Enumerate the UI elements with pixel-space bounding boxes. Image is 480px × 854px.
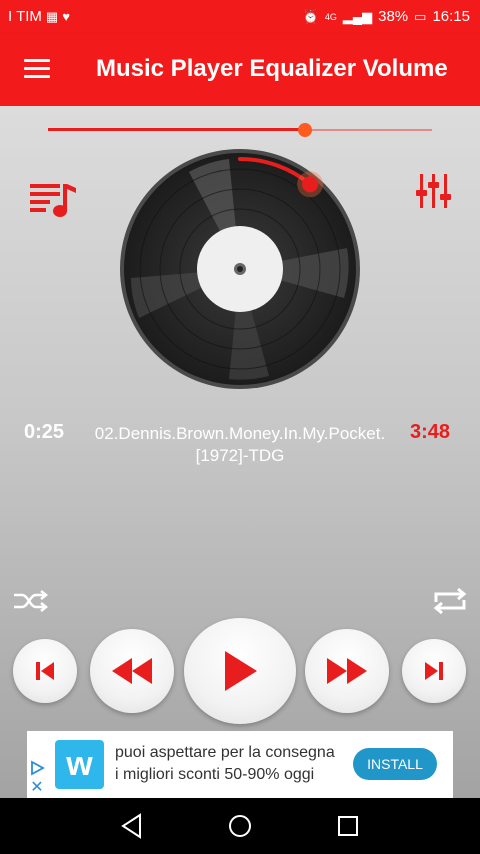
- app-title: Music Player Equalizer Volume: [96, 55, 448, 82]
- ad-text-line1: puoi aspettare per la consegna: [115, 744, 335, 761]
- signal-icon: ▂▄▆: [342, 8, 373, 24]
- install-button[interactable]: INSTALL: [353, 748, 437, 780]
- volume-slider-fill: [48, 128, 306, 131]
- vinyl-record[interactable]: [119, 148, 361, 390]
- next-track-button[interactable]: [402, 639, 466, 703]
- track-title-line2: [1972]-TDG: [195, 446, 285, 465]
- ad-banner[interactable]: ✕ w puoi aspettare per la consegna i mig…: [27, 731, 453, 798]
- recents-icon[interactable]: [334, 812, 362, 840]
- fast-forward-button[interactable]: [305, 629, 389, 713]
- status-bar: I TIM ▦ ♥ ⏰ 4G ▂▄▆ 38% ▭ 16:15: [0, 0, 480, 33]
- battery-percent: 38%: [378, 8, 409, 25]
- home-icon[interactable]: [226, 812, 254, 840]
- ad-close-icon[interactable]: ✕: [27, 778, 47, 798]
- heart-notification-icon: ♥: [62, 9, 70, 24]
- current-time: 0:25: [24, 421, 65, 443]
- previous-track-button[interactable]: [13, 639, 77, 703]
- app-bar: Music Player Equalizer Volume: [0, 33, 480, 106]
- skip-previous-icon: [36, 662, 54, 680]
- ad-text: puoi aspettare per la consegna i miglior…: [115, 742, 335, 786]
- track-title-line1: 02.Dennis.Brown.Money.In.My.Pocket.: [94, 424, 386, 443]
- fast-forward-icon: [327, 658, 367, 684]
- playlist-icon[interactable]: [30, 180, 78, 220]
- shuffle-icon[interactable]: [12, 590, 48, 612]
- battery-icon: ▭: [414, 8, 427, 24]
- skip-next-icon: [425, 662, 443, 680]
- system-nav-bar: [0, 798, 480, 854]
- repeat-icon[interactable]: [432, 588, 468, 614]
- seek-thumb[interactable]: [302, 176, 319, 193]
- rewind-icon: [112, 658, 152, 684]
- rewind-button[interactable]: [90, 629, 174, 713]
- adchoices-icon[interactable]: [27, 758, 47, 778]
- alarm-icon: ⏰: [302, 8, 319, 24]
- volume-slider-thumb[interactable]: [298, 123, 313, 137]
- network-type: 4G: [324, 11, 337, 22]
- player-area: 0:25 02.Dennis.Brown.Money.In.My.Pocket.…: [0, 106, 480, 798]
- play-icon: [225, 651, 257, 691]
- hamburger-menu-icon[interactable]: [24, 59, 50, 79]
- track-title: 02.Dennis.Brown.Money.In.My.Pocket. [197…: [80, 423, 400, 467]
- ad-app-logo: w: [55, 740, 104, 789]
- ad-text-line2: i migliori sconti 50-90% oggi: [115, 766, 315, 783]
- equalizer-icon[interactable]: [416, 174, 452, 208]
- store-notification-icon: ▦: [45, 8, 59, 24]
- total-time: 3:48: [410, 421, 451, 443]
- play-button[interactable]: [184, 618, 296, 724]
- clock: 16:15: [432, 8, 470, 25]
- carrier-name: I TIM: [8, 8, 42, 25]
- back-icon[interactable]: [118, 812, 146, 840]
